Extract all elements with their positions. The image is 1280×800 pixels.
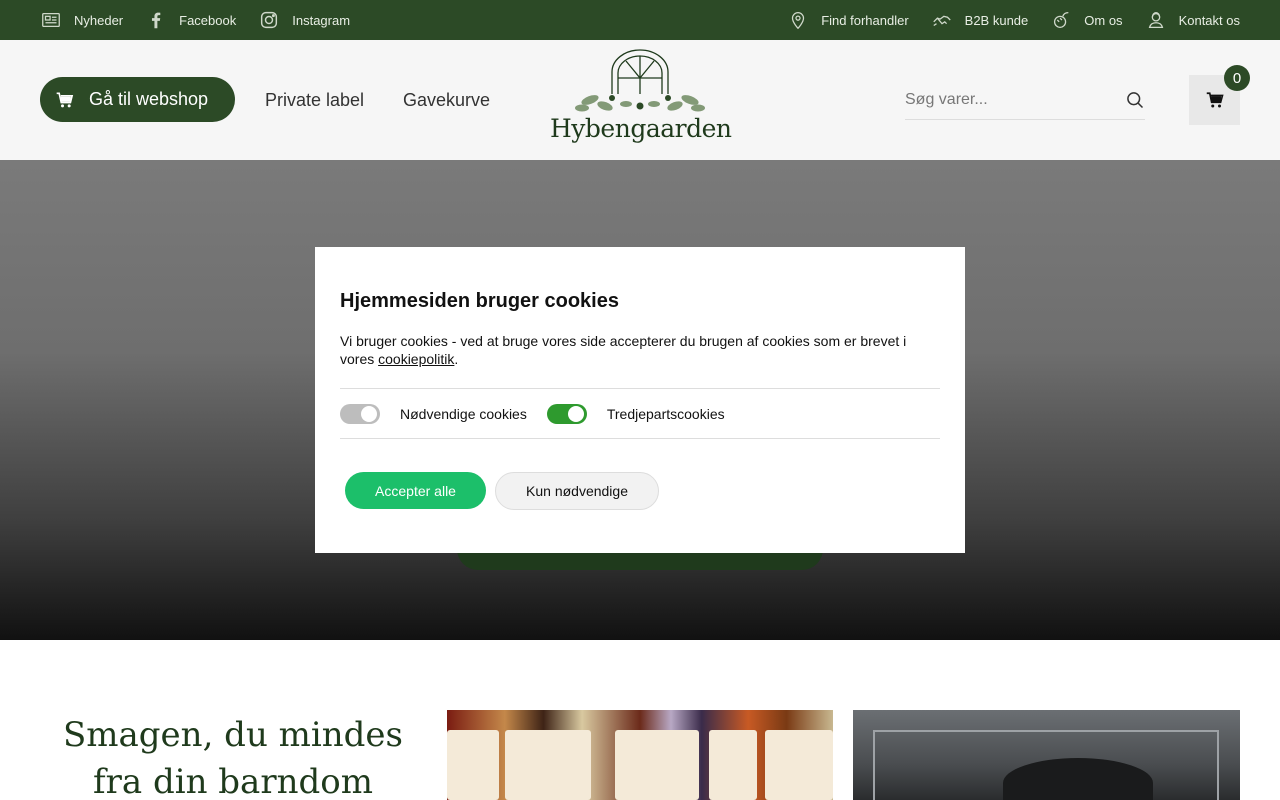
necessary-cookies-switch xyxy=(340,403,380,424)
toggle-third-party: Tredjepartscookies xyxy=(546,403,725,424)
logo-text: Hybengaarden xyxy=(550,114,732,143)
top-link-kontakt[interactable]: Kontakt os xyxy=(1145,9,1240,31)
top-link-label: Nyheder xyxy=(74,12,124,28)
top-link-instagram[interactable]: Instagram xyxy=(258,9,350,31)
cookie-description-period: . xyxy=(454,351,459,367)
cart-button[interactable]: 0 xyxy=(1189,65,1250,125)
interior-photo xyxy=(853,710,1240,800)
cookie-toggles: Nødvendige cookies Tredjepartscookies xyxy=(340,388,940,439)
necessary-cookies-label: Nødvendige cookies xyxy=(400,405,527,422)
search-input[interactable] xyxy=(905,90,1095,109)
logo[interactable]: Hybengaarden xyxy=(550,48,732,152)
top-bar-left: Nyheder Facebook Instagram xyxy=(40,9,350,31)
top-link-nyheder[interactable]: Nyheder xyxy=(40,9,123,31)
top-link-label: Find forhandler xyxy=(821,12,909,28)
logo-emblem xyxy=(575,49,705,112)
top-link-find-forhandler[interactable]: Find forhandler xyxy=(787,9,909,31)
jar-image xyxy=(765,730,833,800)
top-link-om-os[interactable]: Om os xyxy=(1050,9,1123,31)
cookie-buttons: Accepter alle Kun nødvendige xyxy=(340,472,940,510)
site-header: Gå til webshop Private label Gavekurve H… xyxy=(0,40,1280,160)
nav-private-label[interactable]: Private label xyxy=(265,90,364,111)
location-pin-icon xyxy=(792,12,805,30)
top-bar: Nyheder Facebook Instagram Find forhandl… xyxy=(0,0,1280,40)
third-party-cookies-label: Tredjepartscookies xyxy=(606,405,725,422)
top-link-b2b[interactable]: B2B kunde xyxy=(931,9,1029,31)
contact-person-icon xyxy=(1148,12,1163,28)
jar-image xyxy=(447,730,499,800)
top-link-label: Om os xyxy=(1084,12,1123,28)
top-link-label: B2B kunde xyxy=(964,12,1029,28)
top-bar-right: Find forhandler B2B kunde Om os Kontakt … xyxy=(787,9,1240,31)
jar-image xyxy=(615,730,699,800)
cart-icon xyxy=(56,92,74,107)
rosehip-icon xyxy=(1054,12,1069,28)
search-bar xyxy=(905,80,1145,120)
webshop-button[interactable]: Gå til webshop xyxy=(40,77,235,122)
newspaper-icon xyxy=(42,12,60,28)
nav-gavekurve[interactable]: Gavekurve xyxy=(403,90,490,111)
toggle-necessary: Nødvendige cookies xyxy=(340,403,527,424)
cookie-modal-description: Vi bruger cookies - ved at bruge vores s… xyxy=(340,332,920,368)
facebook-icon xyxy=(152,12,161,29)
top-link-facebook[interactable]: Facebook xyxy=(145,9,236,31)
search-icon[interactable] xyxy=(1125,90,1145,110)
instagram-icon xyxy=(261,11,278,29)
cart-icon xyxy=(1206,92,1224,108)
third-party-cookies-switch[interactable] xyxy=(546,403,587,424)
switch-knob xyxy=(567,405,584,422)
top-link-label: Facebook xyxy=(179,12,237,28)
jar-image xyxy=(709,730,757,800)
section-headline: Smagen, du mindes fra din barndom xyxy=(62,715,404,800)
only-necessary-button[interactable]: Kun nødvendige xyxy=(495,472,659,510)
cookie-consent-modal: Hjemmesiden bruger cookies Vi bruger coo… xyxy=(315,247,965,553)
webshop-label: Gå til webshop xyxy=(89,89,209,109)
cookie-modal-title: Hjemmesiden bruger cookies xyxy=(340,290,619,312)
jar-image xyxy=(505,730,591,800)
handshake-icon xyxy=(932,15,951,27)
jam-jars-photo xyxy=(447,710,833,800)
cookie-policy-link[interactable]: cookiepolitik xyxy=(378,351,454,367)
top-link-label: Kontakt os xyxy=(1178,12,1240,28)
cart-count-badge: 0 xyxy=(1224,65,1250,91)
pot-shape xyxy=(1003,758,1153,800)
switch-knob xyxy=(361,405,377,422)
accept-all-button[interactable]: Accepter alle xyxy=(345,472,486,509)
top-link-label: Instagram xyxy=(292,12,351,28)
